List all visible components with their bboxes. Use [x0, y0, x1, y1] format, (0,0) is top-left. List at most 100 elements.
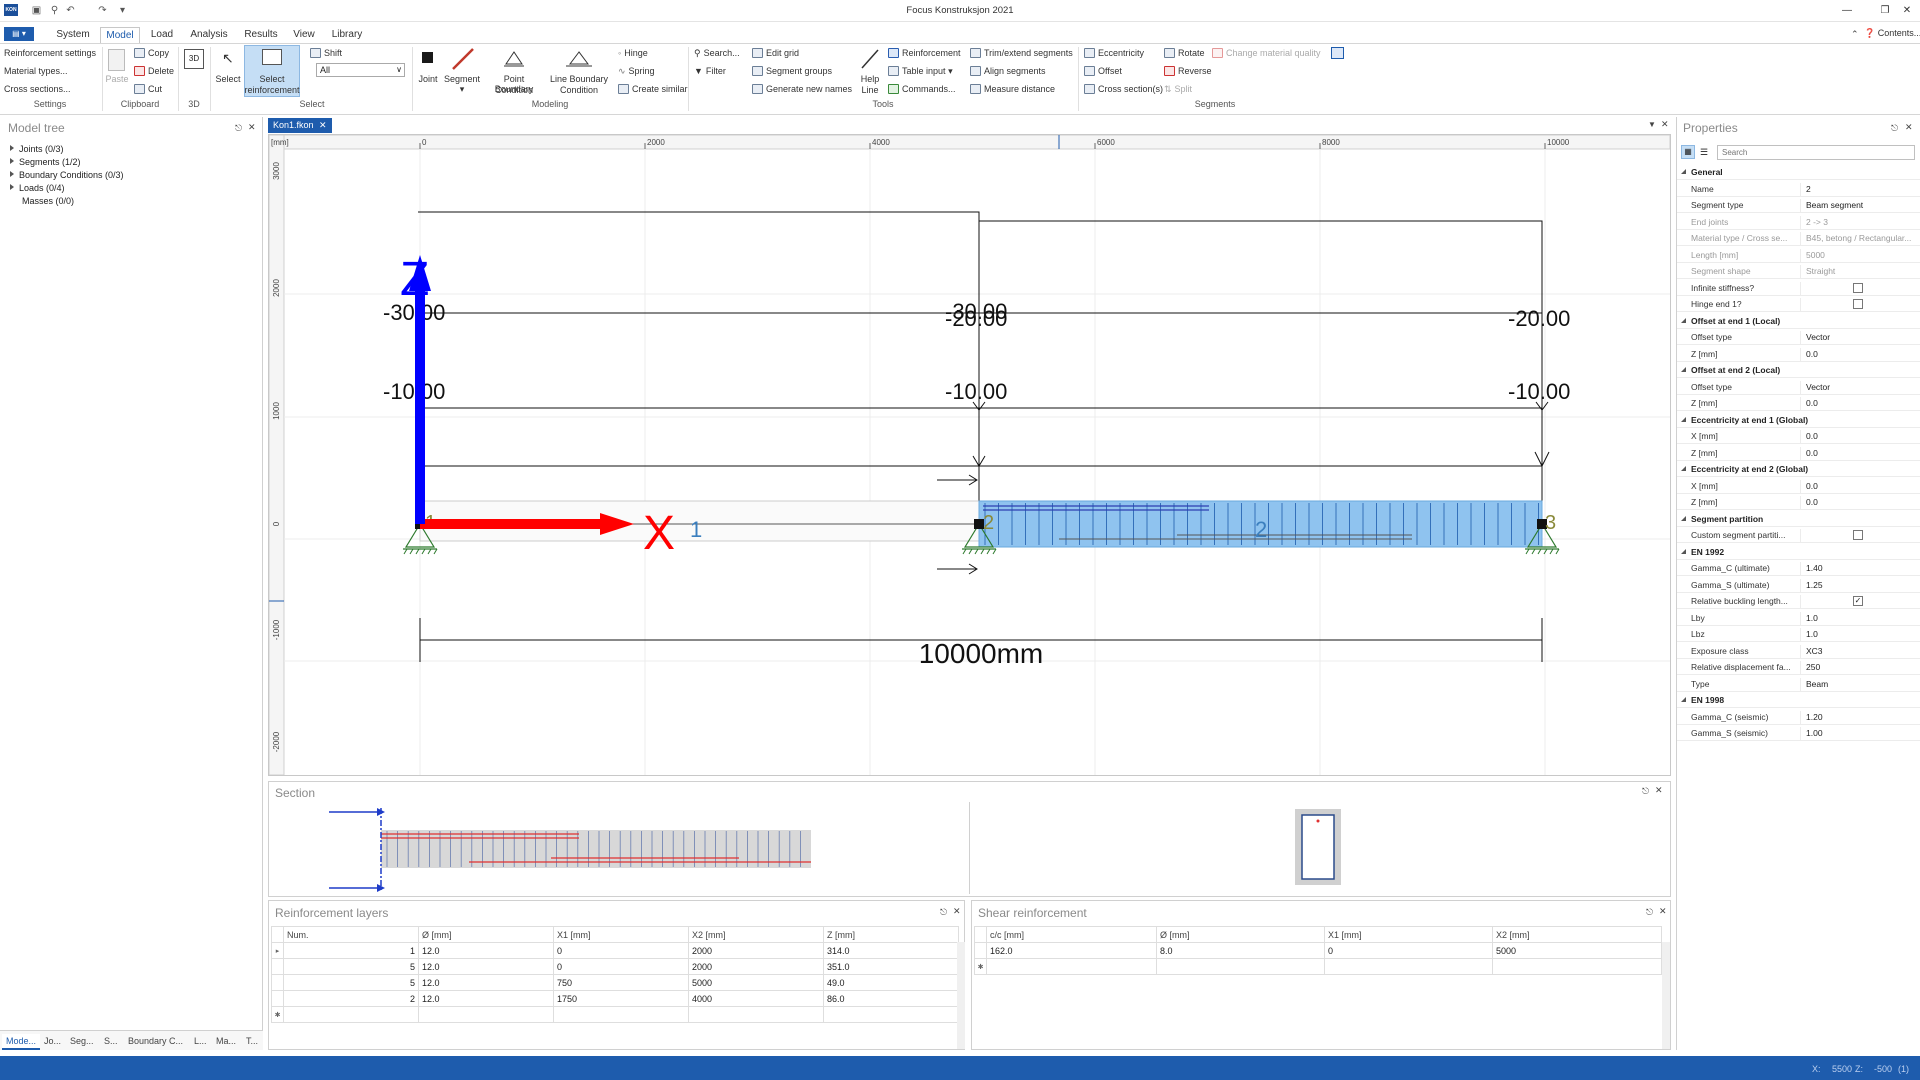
property-row[interactable]: Z [mm] 0.0 — [1677, 395, 1920, 411]
property-value[interactable]: 1.00 — [1800, 727, 1918, 740]
expand-icon[interactable] — [10, 184, 14, 190]
column-header[interactable]: X2 [mm] — [688, 926, 824, 943]
generate-names-button[interactable]: Generate new names — [752, 84, 852, 95]
property-row[interactable]: Gamma_S (ultimate) 1.25 — [1677, 577, 1920, 593]
reinforcement-settings-button[interactable]: Reinforcement settings — [4, 48, 96, 59]
property-value[interactable]: 0.0 — [1800, 347, 1918, 361]
property-row[interactable]: Gamma_C (ultimate) 1.40 — [1677, 560, 1920, 576]
tab-model-tree[interactable]: Mode... — [2, 1034, 41, 1050]
property-row[interactable]: Offset type Vector — [1677, 379, 1920, 395]
table-cell[interactable] — [283, 1006, 419, 1023]
table-cell[interactable]: 2000 — [688, 958, 824, 975]
minimize-button[interactable]: — — [1836, 3, 1858, 18]
tab-loads[interactable]: L... — [194, 1036, 207, 1046]
vertical-scrollbar[interactable] — [957, 942, 965, 1049]
segment-properties-icon[interactable] — [1331, 47, 1344, 59]
document-tab[interactable]: Kon1.fkon ✕ — [268, 118, 332, 133]
property-value[interactable]: 1.40 — [1800, 562, 1918, 575]
table-cell[interactable]: 5 — [283, 974, 419, 991]
trim-extend-button[interactable]: Trim/extend segments — [970, 48, 1073, 59]
tab-model[interactable]: Model — [100, 27, 140, 44]
align-segments-button[interactable]: Align segments — [970, 66, 1046, 77]
property-row[interactable]: Exposure class XC3 — [1677, 643, 1920, 659]
table-cell[interactable] — [688, 1006, 824, 1023]
close-icon[interactable]: ✕ — [1905, 122, 1913, 133]
table-cell[interactable]: 2000 — [688, 942, 824, 959]
tab-analysis[interactable]: Analysis — [186, 27, 232, 44]
property-row[interactable]: Length [mm] 5000 — [1677, 247, 1920, 263]
tab-view[interactable]: View — [288, 27, 320, 44]
property-row[interactable]: Segment shape Straight — [1677, 263, 1920, 279]
cut-button[interactable]: Cut — [134, 84, 162, 95]
close-icon[interactable]: ✕ — [953, 906, 961, 917]
property-row[interactable]: Material type / Cross se... B45, betong /… — [1677, 230, 1920, 246]
pin-icon[interactable]: ⎋ — [235, 123, 242, 134]
collapse-icon[interactable] — [1681, 317, 1686, 323]
alphabetical-view-button[interactable]: ☰ — [1697, 145, 1711, 159]
tree-item-masses[interactable]: Masses (0/0) — [22, 195, 74, 208]
categorized-view-button[interactable]: ▦ — [1681, 145, 1695, 159]
segment-dropdown-icon[interactable]: ▾ — [458, 84, 466, 94]
eccentricity-button[interactable]: Eccentricity — [1084, 48, 1144, 59]
property-row[interactable]: Segment type Beam segment — [1677, 197, 1920, 213]
table-cell[interactable]: 0 — [553, 958, 689, 975]
table-cell[interactable]: 1750 — [553, 990, 689, 1007]
column-header[interactable]: c/c [mm] — [986, 926, 1157, 943]
collapse-icon[interactable] — [1681, 416, 1686, 422]
property-row[interactable]: Custom segment partiti... — [1677, 527, 1920, 543]
expand-icon[interactable] — [10, 171, 14, 177]
collapse-icon[interactable] — [1681, 548, 1686, 554]
select-button[interactable]: Select — [212, 74, 244, 84]
property-category[interactable]: Segment partition — [1677, 511, 1920, 527]
cross-sections-segments-button[interactable]: Cross section(s) — [1084, 84, 1163, 95]
vertical-scrollbar[interactable] — [1662, 942, 1670, 1049]
tree-item-joints[interactable]: Joints (0/3) — [10, 143, 64, 156]
table-cell[interactable]: 12.0 — [418, 942, 554, 959]
table-cell[interactable]: 12.0 — [418, 990, 554, 1007]
property-row[interactable]: Lbz 1.0 — [1677, 626, 1920, 642]
collapse-icon[interactable] — [1681, 466, 1686, 471]
property-row[interactable]: X [mm] 0.0 — [1677, 478, 1920, 494]
shift-toggle[interactable]: Shift — [310, 48, 342, 59]
help-contents-link[interactable]: ❓ Contents... — [1864, 28, 1920, 39]
property-value[interactable]: Beam segment — [1800, 199, 1918, 212]
table-cell[interactable]: 8.0 — [1156, 942, 1325, 959]
tab-results[interactable]: Results — [240, 27, 282, 44]
property-category[interactable]: Offset at end 2 (Local) — [1677, 362, 1920, 378]
property-row[interactable]: Hinge end 1? — [1677, 296, 1920, 312]
table-cell[interactable]: 351.0 — [823, 958, 959, 975]
reverse-button[interactable]: Reverse — [1164, 66, 1212, 77]
column-header[interactable]: Z [mm] — [823, 926, 959, 943]
tab-system[interactable]: System — [52, 27, 94, 44]
model-drawing[interactable]: [mm] 0 2000 4000 6000 8000 10000 3000 20… — [269, 135, 1670, 775]
split-button[interactable]: ⇅ Split — [1164, 84, 1192, 95]
table-row[interactable]: ▸ 1 12.0 0 2000 314.0 — [271, 942, 959, 959]
property-row[interactable]: Z [mm] 0.0 — [1677, 494, 1920, 510]
property-category[interactable]: Eccentricity at end 1 (Global) — [1677, 412, 1920, 428]
material-types-button[interactable]: Material types... — [4, 66, 68, 77]
tree-item-loads[interactable]: Loads (0/4) — [10, 182, 65, 195]
expand-icon[interactable] — [10, 145, 14, 151]
table-cell[interactable] — [553, 1006, 689, 1023]
column-header[interactable]: Ø [mm] — [418, 926, 554, 943]
table-cell[interactable]: 4000 — [688, 990, 824, 1007]
property-checkbox[interactable] — [1853, 530, 1863, 540]
property-value[interactable]: Vector — [1800, 331, 1918, 344]
property-value[interactable]: XC3 — [1800, 644, 1918, 658]
table-cell[interactable]: 2 — [283, 990, 419, 1007]
rotate-button[interactable]: Rotate — [1164, 48, 1205, 59]
close-button[interactable]: ✕ — [1896, 3, 1918, 18]
tab-joints[interactable]: Jo... — [44, 1036, 61, 1046]
model-canvas[interactable]: [mm] 0 2000 4000 6000 8000 10000 3000 20… — [268, 134, 1671, 776]
property-category[interactable]: Offset at end 1 (Local) — [1677, 313, 1920, 329]
collapse-icon[interactable] — [1681, 697, 1686, 702]
collapse-icon[interactable] — [1681, 169, 1686, 174]
pin-icon[interactable]: ⎋ — [940, 907, 947, 918]
close-document-icon[interactable]: ✕ — [1661, 119, 1669, 130]
property-row[interactable]: Offset type Vector — [1677, 329, 1920, 345]
property-row[interactable]: Gamma_S (seismic) 1.00 — [1677, 725, 1920, 741]
file-menu-button[interactable]: ▤ ▾ — [4, 27, 34, 41]
property-value[interactable]: Beam — [1800, 677, 1918, 691]
property-row[interactable]: Infinite stiffness? — [1677, 280, 1920, 296]
tab-tools[interactable]: T... — [246, 1036, 258, 1046]
